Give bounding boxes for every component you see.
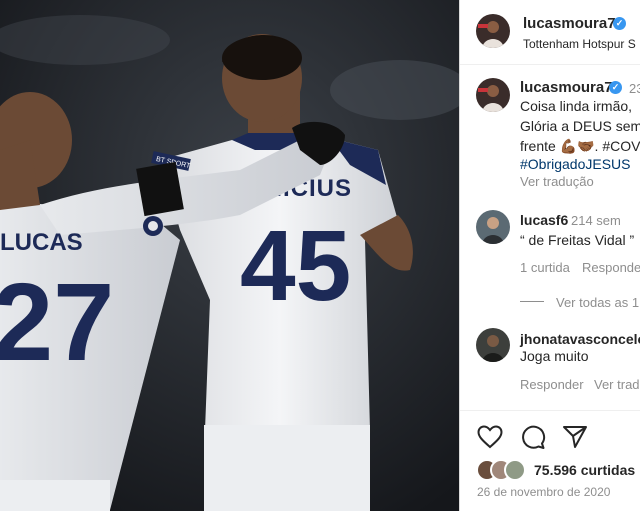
caption-see-translation[interactable]: Ver tradução	[520, 174, 594, 189]
verified-icon: ✓	[613, 17, 626, 30]
comment-reply-button[interactable]: Responder	[582, 260, 640, 275]
avatar-image	[476, 210, 510, 244]
post-photo[interactable]: VINICIUS 45 BT SPORT LUCAS 27	[0, 0, 459, 511]
comment-avatar[interactable]	[476, 210, 510, 244]
comment-username[interactable]: lucasf6	[520, 212, 568, 228]
caption-time: 23	[629, 81, 640, 96]
comment-see-translation[interactable]: Ver tradu	[594, 377, 640, 392]
replies-divider	[520, 301, 544, 302]
comment-reply-button[interactable]: Responder	[520, 377, 584, 392]
comment-username[interactable]: jhonatavasconcelo	[520, 331, 640, 347]
liker-avatar	[504, 459, 526, 481]
verified-icon: ✓	[609, 81, 622, 94]
avatar-image	[476, 78, 510, 112]
caption-hashtag[interactable]: #ObrigadoJESUS	[520, 154, 631, 174]
comment-like-count[interactable]: 1 curtida	[520, 260, 570, 275]
caption-avatar[interactable]	[476, 78, 510, 112]
author-avatar[interactable]	[476, 14, 510, 48]
comment-text: Joga muito	[520, 348, 589, 364]
view-replies-button[interactable]: Ver todas as 1	[556, 295, 639, 310]
likes-count[interactable]: 75.596 curtidas	[534, 462, 635, 478]
comment-text: “ de Freitas Vidal ”	[520, 232, 635, 248]
post-location[interactable]: Tottenham Hotspur S	[523, 37, 636, 51]
comment-avatar[interactable]	[476, 328, 510, 362]
left-jersey-name: LUCAS	[0, 229, 83, 256]
post-header: lucasmoura7 ✓ Tottenham Hotspur S	[460, 0, 640, 65]
avatar-image	[476, 14, 510, 48]
right-jersey-number: 45	[240, 210, 351, 322]
comment-time: 214 sem	[571, 213, 621, 228]
post-actions: 75.596 curtidas 26 de novembro de 2020	[460, 410, 640, 511]
caption-line-1: Coisa linda irmão,	[520, 98, 633, 114]
left-jersey-number: 27	[0, 261, 114, 384]
caption-username[interactable]: lucasmoura7	[520, 79, 613, 96]
author-username[interactable]: lucasmoura7	[523, 15, 616, 32]
photo-illustration: VINICIUS 45 BT SPORT LUCAS 27	[0, 0, 459, 511]
caption-line-3: frente 💪🏾🤝🏾. #COV	[520, 138, 640, 154]
heart-icon[interactable]	[477, 425, 503, 449]
post-date: 26 de novembro de 2020	[477, 485, 611, 499]
comment-icon[interactable]	[520, 424, 546, 450]
share-icon[interactable]	[562, 425, 588, 449]
caption-line-2: Glória a DEUS sem	[520, 118, 640, 134]
post-sidebar: lucasmoura7 ✓ Tottenham Hotspur S lucasm…	[459, 0, 640, 511]
avatar-image	[476, 328, 510, 362]
